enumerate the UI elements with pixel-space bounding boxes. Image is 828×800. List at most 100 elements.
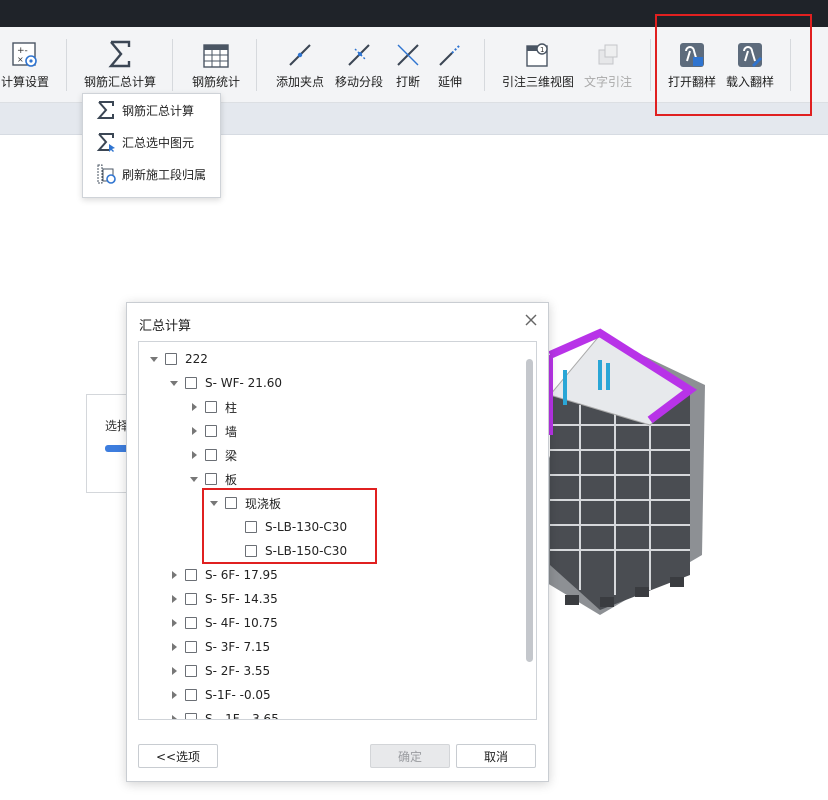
tree-node[interactable]: S-LB-150-C30 bbox=[229, 539, 347, 563]
tree-scrollbar[interactable] bbox=[526, 359, 533, 662]
tree-node[interactable]: S- 2F- 3.55 bbox=[169, 659, 270, 683]
extend-button[interactable]: 延伸 bbox=[430, 27, 470, 102]
menu-item-summary-selected[interactable]: 汇总选中图元 bbox=[83, 126, 220, 158]
collapse-arrow-icon[interactable] bbox=[189, 450, 199, 460]
options-button[interactable]: <<选项 bbox=[138, 744, 218, 768]
text-annotation-icon bbox=[598, 44, 618, 65]
tree-node[interactable]: 板 bbox=[189, 467, 237, 491]
move-segment-label: 移动分段 bbox=[334, 75, 383, 89]
tree-checkbox[interactable] bbox=[205, 473, 217, 485]
tree-checkbox[interactable] bbox=[185, 641, 197, 653]
tree-checkbox[interactable] bbox=[185, 617, 197, 629]
break-button[interactable]: 打断 bbox=[388, 27, 428, 102]
tree-node[interactable]: S- -1F- -3.65 bbox=[169, 707, 279, 719]
close-icon[interactable] bbox=[524, 313, 538, 327]
ok-button[interactable]: 确定 bbox=[370, 744, 450, 768]
expand-arrow-icon[interactable] bbox=[189, 474, 199, 484]
tree-node-label: S- 5F- 14.35 bbox=[205, 592, 278, 606]
expand-arrow-icon[interactable] bbox=[149, 354, 159, 364]
sigma-icon bbox=[96, 101, 114, 119]
svg-text:1: 1 bbox=[540, 46, 544, 54]
sigma-select-icon bbox=[96, 133, 115, 152]
move-segment-icon bbox=[348, 44, 370, 66]
collapse-arrow-icon[interactable] bbox=[189, 426, 199, 436]
tree-checkbox[interactable] bbox=[205, 401, 217, 413]
load-layout-label: 载入翻样 bbox=[725, 75, 774, 89]
menu-item-refresh-segment[interactable]: 刷新施工段归属 bbox=[83, 158, 220, 190]
tree-node[interactable]: 现浇板 bbox=[209, 491, 281, 515]
menu-item-label: 钢筋汇总计算 bbox=[122, 103, 195, 118]
text-annotation-label: 文字引注 bbox=[583, 75, 632, 89]
tree-checkbox[interactable] bbox=[185, 569, 197, 581]
rebar-summary-calc-button[interactable]: 钢筋汇总计算 bbox=[80, 27, 160, 102]
annotate-3d-view-icon: 1 bbox=[526, 43, 548, 67]
collapse-arrow-icon[interactable] bbox=[169, 666, 179, 676]
ribbon-divider bbox=[790, 39, 791, 91]
ribbon-divider bbox=[650, 39, 651, 91]
tree-node[interactable]: 墙 bbox=[189, 419, 237, 443]
tree-checkbox[interactable] bbox=[185, 665, 197, 677]
floor-tree[interactable]: 222 S- WF- 21.60 柱墙梁板现浇板 S-LB-130-C30 S-LB-1… bbox=[138, 341, 537, 720]
add-grip-label: 添加夹点 bbox=[275, 75, 324, 89]
building-3d-model bbox=[542, 328, 705, 615]
tree-node-label: 墙 bbox=[225, 424, 238, 439]
tree-checkbox[interactable] bbox=[205, 449, 217, 461]
dialog-title: 汇总计算 bbox=[139, 319, 192, 334]
tree-checkbox[interactable] bbox=[245, 545, 257, 557]
tree-node-label: S- 4F- 10.75 bbox=[205, 616, 278, 630]
cancel-button[interactable]: 取消 bbox=[456, 744, 536, 768]
ribbon-divider bbox=[172, 39, 173, 91]
tree-checkbox[interactable] bbox=[185, 713, 197, 719]
tree-checkbox[interactable] bbox=[185, 689, 197, 701]
tree-node[interactable]: S-LB-130-C30 bbox=[229, 515, 347, 539]
collapse-arrow-icon[interactable] bbox=[169, 618, 179, 628]
break-icon bbox=[397, 44, 419, 66]
tree-node-label: S- 6F- 17.95 bbox=[205, 568, 278, 582]
menu-item-rebar-summary[interactable]: 钢筋汇总计算 bbox=[83, 94, 220, 126]
rebar-summary-calc-label: 钢筋汇总计算 bbox=[83, 75, 156, 89]
tree-node[interactable]: S- 3F- 7.15 bbox=[169, 635, 270, 659]
ribbon-toolbar: +- × 计算设置 钢筋汇总计算 钢筋统计 添加夹点 移动分段 打断 延伸 1 … bbox=[0, 27, 828, 103]
tree-checkbox[interactable] bbox=[165, 353, 177, 365]
tree-checkbox[interactable] bbox=[185, 377, 197, 389]
annotate-3d-view-label: 引注三维视图 bbox=[501, 75, 574, 89]
tree-checkbox[interactable] bbox=[205, 425, 217, 437]
tree-node[interactable]: 梁 bbox=[189, 443, 237, 467]
collapse-arrow-icon[interactable] bbox=[169, 642, 179, 652]
ribbon-divider bbox=[484, 39, 485, 91]
collapse-arrow-icon[interactable] bbox=[189, 402, 199, 412]
open-layout-button[interactable]: 打开翻样 bbox=[664, 27, 720, 102]
tree-checkbox[interactable] bbox=[245, 521, 257, 533]
tree-node[interactable]: S- 6F- 17.95 bbox=[169, 563, 278, 587]
tree-node[interactable]: S- 5F- 14.35 bbox=[169, 587, 278, 611]
extend-label: 延伸 bbox=[437, 75, 462, 89]
add-grip-button[interactable]: 添加夹点 bbox=[270, 27, 330, 102]
annotate-3d-view-button[interactable]: 1 引注三维视图 bbox=[498, 27, 578, 102]
summary-calc-dropdown: 钢筋汇总计算 汇总选中图元 刷新施工段归属 bbox=[82, 93, 221, 198]
tree-node-label: S- 2F- 3.55 bbox=[205, 664, 271, 678]
tree-node[interactable]: S- WF- 21.60 bbox=[169, 371, 282, 395]
calc-settings-button[interactable]: +- × 计算设置 bbox=[0, 27, 64, 102]
expand-arrow-icon[interactable] bbox=[169, 378, 179, 388]
menu-item-label: 刷新施工段归属 bbox=[122, 167, 207, 182]
svg-text:×: × bbox=[17, 55, 24, 64]
rebar-statistics-label: 钢筋统计 bbox=[191, 75, 240, 89]
tree-node[interactable]: S-1F- -0.05 bbox=[169, 683, 271, 707]
collapse-arrow-icon[interactable] bbox=[169, 714, 179, 719]
tree-node[interactable]: 柱 bbox=[189, 395, 237, 419]
tree-node-label: S-LB-130-C30 bbox=[265, 520, 348, 534]
tree-node-label: S-1F- -0.05 bbox=[205, 688, 271, 702]
load-layout-button[interactable]: 载入翻样 bbox=[722, 27, 778, 102]
move-segment-button[interactable]: 移动分段 bbox=[330, 27, 388, 102]
tree-checkbox[interactable] bbox=[225, 497, 237, 509]
tree-checkbox[interactable] bbox=[185, 593, 197, 605]
tree-node-label: 现浇板 bbox=[245, 496, 282, 511]
rebar-statistics-button[interactable]: 钢筋统计 bbox=[184, 27, 248, 102]
tree-node[interactable]: 222 bbox=[149, 347, 208, 371]
text-annotation-button[interactable]: 文字引注 bbox=[580, 27, 636, 102]
tree-node[interactable]: S- 4F- 10.75 bbox=[169, 611, 278, 635]
collapse-arrow-icon[interactable] bbox=[169, 594, 179, 604]
collapse-arrow-icon[interactable] bbox=[169, 690, 179, 700]
collapse-arrow-icon[interactable] bbox=[169, 570, 179, 580]
expand-arrow-icon[interactable] bbox=[209, 498, 219, 508]
